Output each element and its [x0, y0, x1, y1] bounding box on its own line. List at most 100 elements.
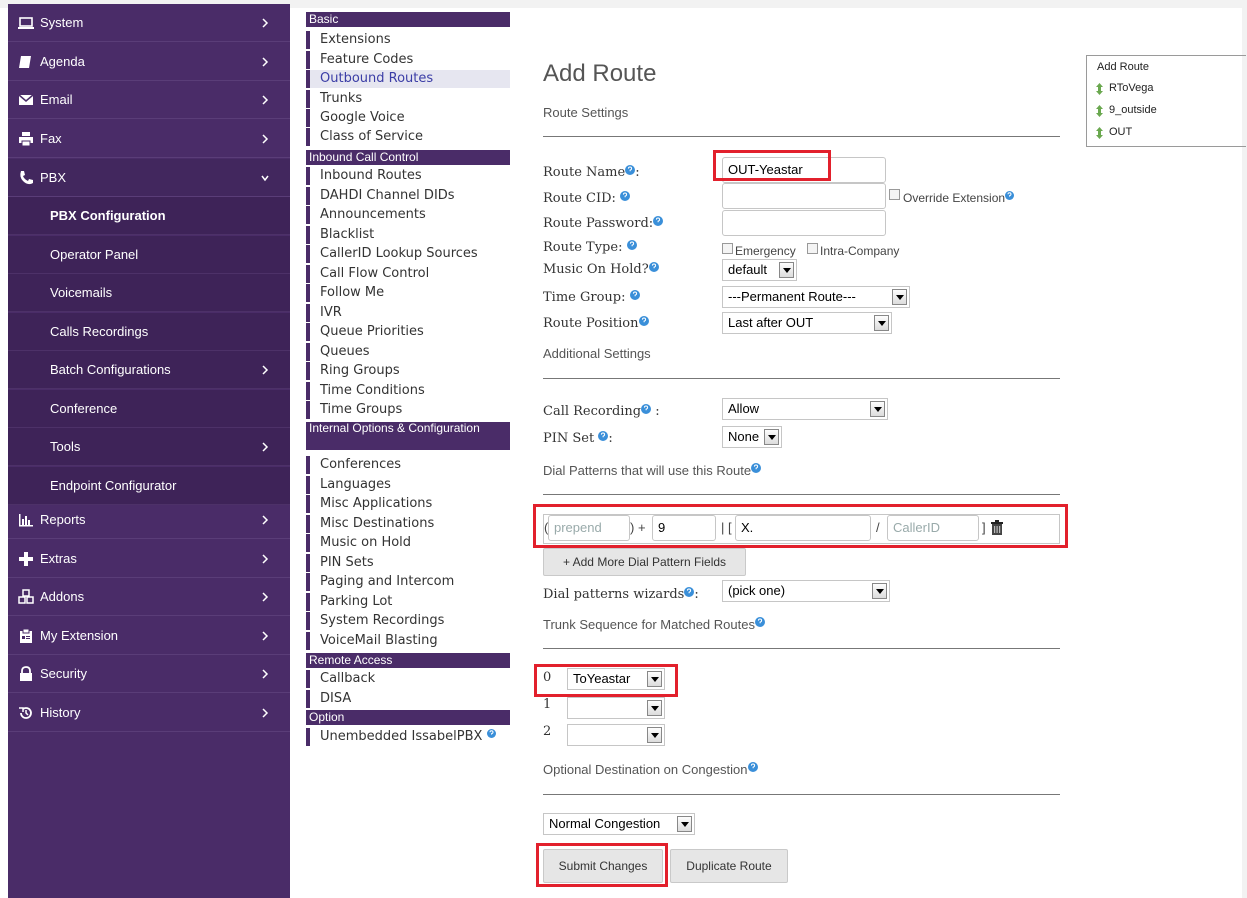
route-name: OUT [1109, 126, 1133, 138]
route-name: RToVega [1109, 82, 1154, 94]
time-group-label-text: Time Group: [543, 290, 626, 305]
menu-item-unembedded-issabelpbx[interactable]: Unembedded IssabelPBX [306, 728, 510, 746]
route-list-item[interactable]: RToVega [1096, 82, 1154, 95]
route-list-item[interactable]: OUT [1096, 126, 1133, 139]
sidebar-item-pbx[interactable]: PBX [8, 159, 290, 197]
menu-item-conferences[interactable]: Conferences [306, 456, 510, 474]
menu-item-time-groups[interactable]: Time Groups [306, 401, 510, 419]
sidebar-subitem-operator-panel[interactable]: Operator Panel [8, 236, 290, 274]
override-extension-checkbox[interactable] [889, 189, 900, 200]
menu-item-trunks[interactable]: Trunks [306, 90, 510, 108]
congestion-select[interactable]: Normal Congestion [543, 813, 695, 835]
help-icon[interactable] [684, 587, 695, 597]
trunk-select-1[interactable] [567, 697, 665, 719]
menu-item-announcements[interactable]: Announcements [306, 206, 510, 224]
pin-set-select[interactable]: None [722, 426, 782, 448]
sidebar-item-security[interactable]: Security [8, 655, 290, 693]
route-cid-label: Route CID: [543, 191, 631, 206]
chevron-right-icon [262, 18, 269, 28]
menu-item-time-conditions[interactable]: Time Conditions [306, 382, 510, 400]
menu-item-callerid-lookup-sources[interactable]: CallerID Lookup Sources [306, 245, 510, 263]
help-icon[interactable] [486, 729, 496, 738]
help-icon[interactable] [638, 316, 649, 326]
help-icon[interactable] [751, 463, 762, 473]
sidebar-item-label: Email [40, 92, 73, 107]
menu-item-outbound-routes[interactable]: Outbound Routes [306, 70, 510, 88]
menu-item-feature-codes[interactable]: Feature Codes [306, 51, 510, 69]
route-list-item[interactable]: 9_outside [1096, 104, 1157, 117]
dial-wizards-label: Dial patterns wizards: [543, 587, 699, 602]
sidebar-subitem-calls-recordings[interactable]: Calls Recordings [8, 313, 290, 351]
section-trunk-sequence: Trunk Sequence for Matched Routes [543, 617, 765, 632]
sidebar-subitem-batch-configurations[interactable]: Batch Configurations [8, 351, 290, 389]
emergency-checkbox[interactable] [722, 243, 733, 254]
menu-item-queue-priorities[interactable]: Queue Priorities [306, 323, 510, 341]
trunk-select-2[interactable] [567, 724, 665, 746]
sidebar-item-agenda[interactable]: Agenda [8, 43, 290, 81]
sidebar-subitem-voicemails[interactable]: Voicemails [8, 274, 290, 312]
sidebar-item-my-extension[interactable]: My Extension [8, 617, 290, 655]
route-password-input[interactable] [722, 210, 886, 236]
route-cid-input[interactable] [722, 183, 886, 209]
menu-item-system-recordings[interactable]: System Recordings [306, 612, 510, 630]
call-recording-select[interactable]: Allow [722, 398, 888, 420]
menu-item-class-of-service[interactable]: Class of Service [306, 128, 510, 146]
help-icon[interactable] [629, 290, 640, 300]
help-icon[interactable] [626, 240, 637, 250]
menu-item-dahdi-channel-dids[interactable]: DAHDI Channel DIDs [306, 187, 510, 205]
menu-item-disa[interactable]: DISA [306, 690, 510, 708]
route-position-select[interactable]: Last after OUT [722, 312, 892, 334]
menu-item-follow-me[interactable]: Follow Me [306, 284, 510, 302]
music-on-hold-select[interactable]: default [722, 259, 797, 281]
menu-item-blacklist[interactable]: Blacklist [306, 226, 510, 244]
select-value: Allow [728, 401, 760, 416]
menu-item-voicemail-blasting[interactable]: VoiceMail Blasting [306, 632, 510, 650]
menu-item-call-flow-control[interactable]: Call Flow Control [306, 265, 510, 283]
sidebar-item-email[interactable]: Email [8, 81, 290, 119]
menu-item-misc-applications[interactable]: Misc Applications [306, 495, 510, 513]
sidebar-item-fax[interactable]: Fax [8, 120, 290, 158]
menu-item-google-voice[interactable]: Google Voice [306, 109, 510, 127]
route-name-label-text: Route Name [543, 165, 626, 180]
menu-item-paging-and-intercom[interactable]: Paging and Intercom [306, 573, 510, 591]
menu-header-option: Option [306, 710, 510, 725]
reorder-arrow-icon [1096, 105, 1103, 117]
sidebar-subitem-endpoint-configurator[interactable]: Endpoint Configurator [8, 467, 290, 505]
help-icon[interactable] [625, 165, 636, 175]
time-group-select[interactable]: ---Permanent Route--- [722, 286, 910, 308]
menu-item-misc-destinations[interactable]: Misc Destinations [306, 515, 510, 533]
help-icon[interactable] [598, 431, 609, 441]
menu-item-pin-sets[interactable]: PIN Sets [306, 554, 510, 572]
duplicate-route-button[interactable]: Duplicate Route [670, 849, 788, 883]
help-icon[interactable] [620, 191, 631, 201]
intra-company-checkbox[interactable] [807, 243, 818, 254]
sidebar-subitem-pbx-configuration[interactable]: PBX Configuration [8, 197, 290, 235]
menu-item-inbound-routes[interactable]: Inbound Routes [306, 167, 510, 185]
help-icon[interactable] [648, 262, 659, 272]
add-route-link[interactable]: Add Route [1097, 61, 1149, 73]
sidebar-item-system[interactable]: System [8, 4, 290, 42]
menu-item-ivr[interactable]: IVR [306, 304, 510, 322]
menu-item-queues[interactable]: Queues [306, 343, 510, 361]
menu-item-callback[interactable]: Callback [306, 670, 510, 688]
menu-item-parking-lot[interactable]: Parking Lot [306, 593, 510, 611]
sidebar-item-extras[interactable]: Extras [8, 540, 290, 578]
menu-item-extensions[interactable]: Extensions [306, 31, 510, 49]
add-dial-pattern-button[interactable]: + Add More Dial Pattern Fields [543, 548, 746, 576]
menu-item-languages[interactable]: Languages [306, 476, 510, 494]
help-icon[interactable] [1005, 191, 1015, 200]
sidebar-item-reports[interactable]: Reports [8, 501, 290, 539]
help-icon[interactable] [653, 216, 664, 226]
sidebar-subitem-tools[interactable]: Tools [8, 428, 290, 466]
help-icon[interactable] [754, 617, 765, 627]
chevron-right-icon [262, 57, 269, 67]
sidebar-item-addons[interactable]: Addons [8, 578, 290, 616]
sidebar-item-history[interactable]: History [8, 694, 290, 732]
help-icon[interactable] [641, 404, 652, 414]
menu-item-ring-groups[interactable]: Ring Groups [306, 362, 510, 380]
dial-wizards-select[interactable]: (pick one) [722, 580, 890, 602]
route-position-label: Route Position [543, 316, 649, 331]
help-icon[interactable] [747, 762, 758, 772]
menu-item-music-on-hold[interactable]: Music on Hold [306, 534, 510, 552]
sidebar-subitem-conference[interactable]: Conference [8, 390, 290, 428]
